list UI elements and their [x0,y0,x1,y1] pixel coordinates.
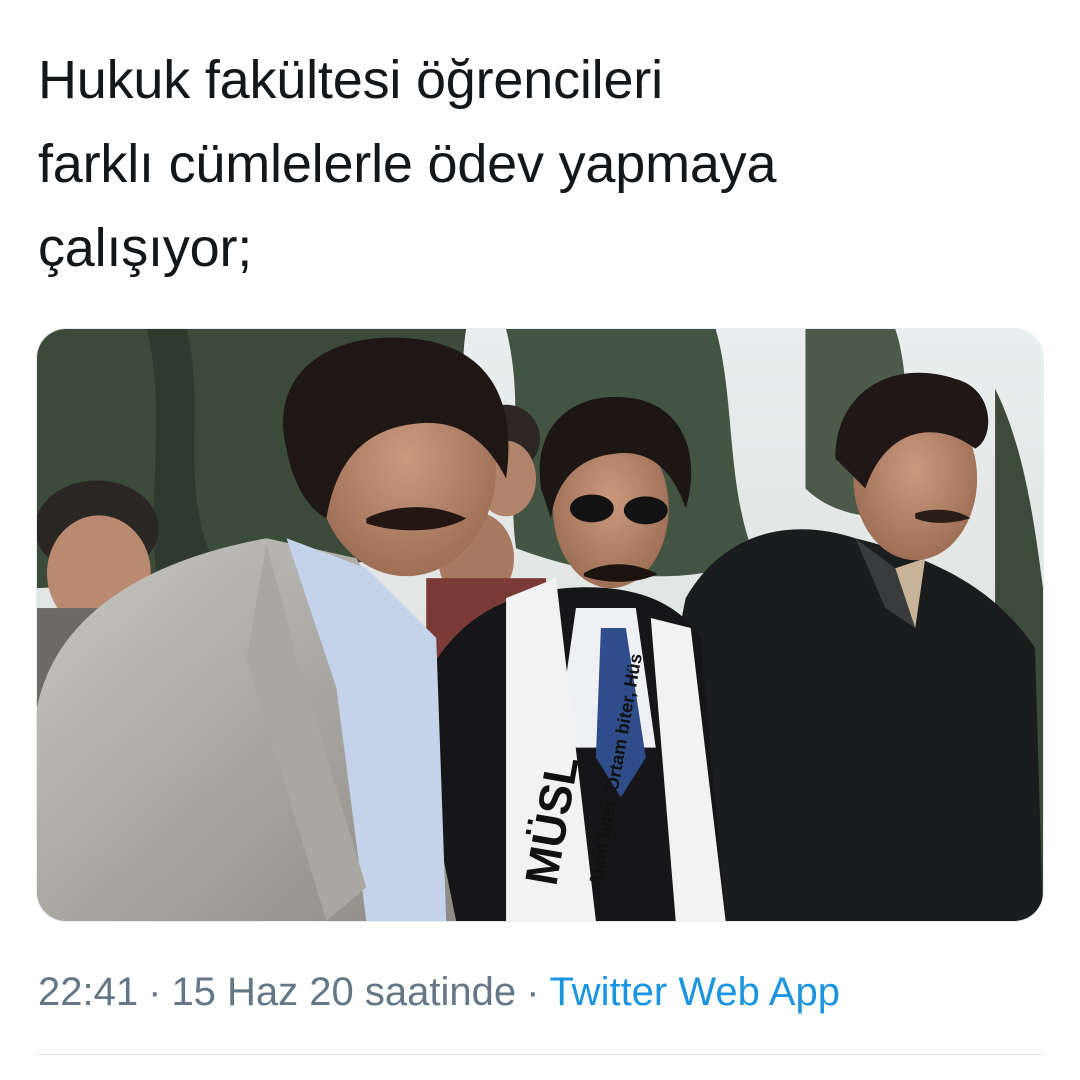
photo-illustration: MÜSL Alem biter, Ortam biter, Hüs [37,329,1043,921]
divider [36,1054,1044,1055]
tweet-time[interactable]: 22:41 [38,970,138,1014]
tweet-text-line-2: farklı cümlelerle ödev yapmaya [38,134,777,194]
meta-separator-2: · [526,970,540,1014]
tweet-date[interactable]: 15 Haz 20 saatinde [171,970,516,1014]
tweet-text-line-3: çalışıyor; [38,218,253,278]
meta-separator-1: · [148,970,162,1014]
middle-man-sunglasses-left [569,494,614,523]
tweet-text: Hukuk fakültesi öğrencileri farklı cümle… [38,38,1038,290]
middle-man-sunglasses-right [623,496,668,525]
tweet-source-link[interactable]: Twitter Web App [549,970,840,1014]
tweet-meta: 22:41 · 15 Haz 20 saatinde · Twitter Web App [38,966,840,1018]
tweet-text-line-1: Hukuk fakültesi öğrencileri [38,50,663,110]
tweet-photo[interactable]: MÜSL Alem biter, Ortam biter, Hüs [36,328,1044,922]
